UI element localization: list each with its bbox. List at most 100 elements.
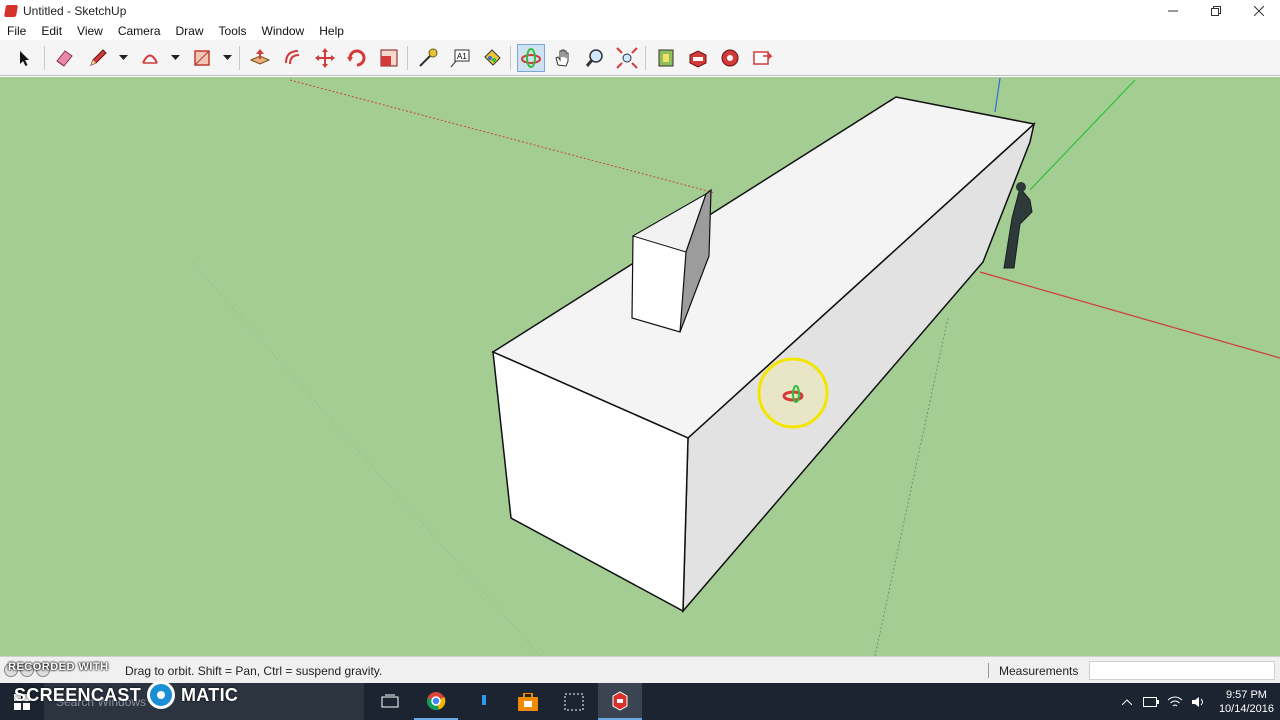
line-dropdown[interactable] — [117, 52, 129, 64]
extension-warehouse-icon — [689, 50, 707, 68]
red-axis — [979, 271, 1280, 359]
taskbar-pinned-app[interactable] — [462, 683, 506, 720]
pencil-icon — [90, 49, 107, 66]
toolbar-separator — [645, 46, 646, 70]
clock-time: 9:57 PM — [1225, 688, 1267, 701]
orbit-tool-button[interactable] — [517, 44, 545, 72]
orbit-icon — [521, 48, 541, 68]
toolbar-separator — [44, 46, 45, 70]
zoom-tool-button[interactable] — [581, 44, 609, 72]
volume-icon[interactable] — [1190, 693, 1208, 711]
menu-window[interactable]: Window — [255, 24, 313, 38]
text-icon: A1 — [450, 49, 470, 68]
taskbar-sketchup[interactable] — [598, 683, 642, 720]
status-divider — [988, 663, 989, 678]
extension-warehouse-button[interactable] — [684, 44, 712, 72]
menu-bar: File Edit View Camera Draw Tools Window … — [0, 22, 1280, 40]
screencast-watermark: SCREENCAST MATIC — [14, 681, 238, 709]
chevron-down-icon — [118, 55, 128, 60]
rectangle-dropdown[interactable] — [221, 52, 233, 64]
tape-measure-icon — [419, 48, 438, 67]
measurements-input[interactable] — [1089, 661, 1275, 680]
arc-icon — [142, 54, 158, 64]
arc-dropdown[interactable] — [169, 52, 181, 64]
menu-help[interactable]: Help — [312, 24, 352, 38]
extension-manager-icon — [721, 49, 739, 67]
chevron-down-icon — [170, 55, 180, 60]
close-icon — [1253, 6, 1264, 16]
minimize-icon — [1167, 10, 1178, 12]
menu-tools[interactable]: Tools — [212, 24, 255, 38]
store-icon — [518, 692, 538, 711]
zoom-icon — [585, 49, 603, 67]
text-tool-button[interactable]: A1 — [446, 44, 474, 72]
battery-icon[interactable] — [1142, 693, 1160, 711]
watermark-recorded-with: RECORDED WITH — [8, 661, 109, 673]
svg-text:A1: A1 — [457, 52, 467, 61]
wifi-icon[interactable] — [1166, 693, 1184, 711]
select-arrow-icon — [20, 51, 29, 66]
system-tray: 9:57 PM 10/14/2016 — [1115, 683, 1274, 720]
zoom-extents-tool-button[interactable] — [613, 44, 641, 72]
arc-tool-button[interactable] — [136, 44, 164, 72]
hand-icon — [555, 49, 569, 67]
close-button[interactable] — [1237, 0, 1280, 22]
taskbar-chrome[interactable] — [414, 683, 458, 720]
menu-view[interactable]: View — [70, 24, 111, 38]
restore-icon — [1210, 6, 1221, 16]
scale-icon — [380, 49, 398, 67]
move-icon — [315, 48, 335, 68]
paint-bucket-tool-button[interactable] — [478, 44, 506, 72]
rotate-icon — [347, 49, 366, 67]
scene-canvas[interactable] — [0, 77, 1280, 656]
pan-tool-button[interactable] — [549, 44, 577, 72]
3d-warehouse-button[interactable] — [652, 44, 680, 72]
tape-measure-tool-button[interactable] — [414, 44, 442, 72]
green-axis — [1029, 79, 1136, 191]
taskbar-store[interactable] — [506, 683, 550, 720]
taskbar-clock[interactable]: 9:57 PM 10/14/2016 — [1219, 688, 1274, 716]
push-pull-icon — [249, 49, 271, 65]
warehouse-icon — [658, 49, 674, 67]
toolbar-separator — [407, 46, 408, 70]
restore-button[interactable] — [1194, 0, 1237, 22]
rectangle-tool-button[interactable] — [188, 44, 216, 72]
orbit-cursor — [757, 357, 829, 429]
chrome-icon — [426, 691, 446, 710]
status-bar: Drag to orbit. Shift = Pan, Ctrl = suspe… — [0, 656, 1280, 683]
chevron-up-icon[interactable] — [1118, 693, 1136, 711]
line-tool-button[interactable] — [84, 44, 112, 72]
window-controls — [1151, 0, 1280, 22]
select-tool-button[interactable] — [10, 44, 38, 72]
snipping-tool-icon — [564, 693, 584, 710]
rotate-tool-button[interactable] — [343, 44, 371, 72]
measurements-label: Measurements — [999, 664, 1079, 678]
offset-tool-button[interactable] — [279, 44, 307, 72]
push-pull-tool-button[interactable] — [246, 44, 274, 72]
send-to-layout-button[interactable] — [748, 44, 776, 72]
title-bar: Untitled - SketchUp — [0, 0, 1280, 22]
menu-draw[interactable]: Draw — [169, 24, 212, 38]
offset-icon — [285, 50, 300, 65]
eraser-icon — [56, 50, 73, 67]
eraser-tool-button[interactable] — [50, 44, 78, 72]
taskbar-snipping-tool[interactable] — [552, 683, 596, 720]
menu-edit[interactable]: Edit — [34, 24, 70, 38]
scale-tool-button[interactable] — [375, 44, 403, 72]
toolbar-separator — [239, 46, 240, 70]
task-view-button[interactable] — [368, 683, 412, 720]
menu-file[interactable]: File — [0, 24, 34, 38]
minimize-button[interactable] — [1151, 0, 1194, 22]
watermark-brand-left: SCREENCAST — [14, 684, 142, 705]
blue-axis — [994, 77, 1001, 113]
extension-manager-button[interactable] — [716, 44, 744, 72]
window-title: Untitled - SketchUp — [23, 4, 127, 18]
pin-icon — [482, 694, 486, 705]
status-hint: Drag to orbit. Shift = Pan, Ctrl = suspe… — [125, 664, 383, 678]
sketchup-logo-icon — [3, 5, 19, 17]
chevron-down-icon — [222, 55, 232, 60]
move-tool-button[interactable] — [311, 44, 339, 72]
screencast-logo-icon — [147, 681, 176, 709]
model-viewport[interactable] — [0, 77, 1280, 656]
menu-camera[interactable]: Camera — [111, 24, 169, 38]
